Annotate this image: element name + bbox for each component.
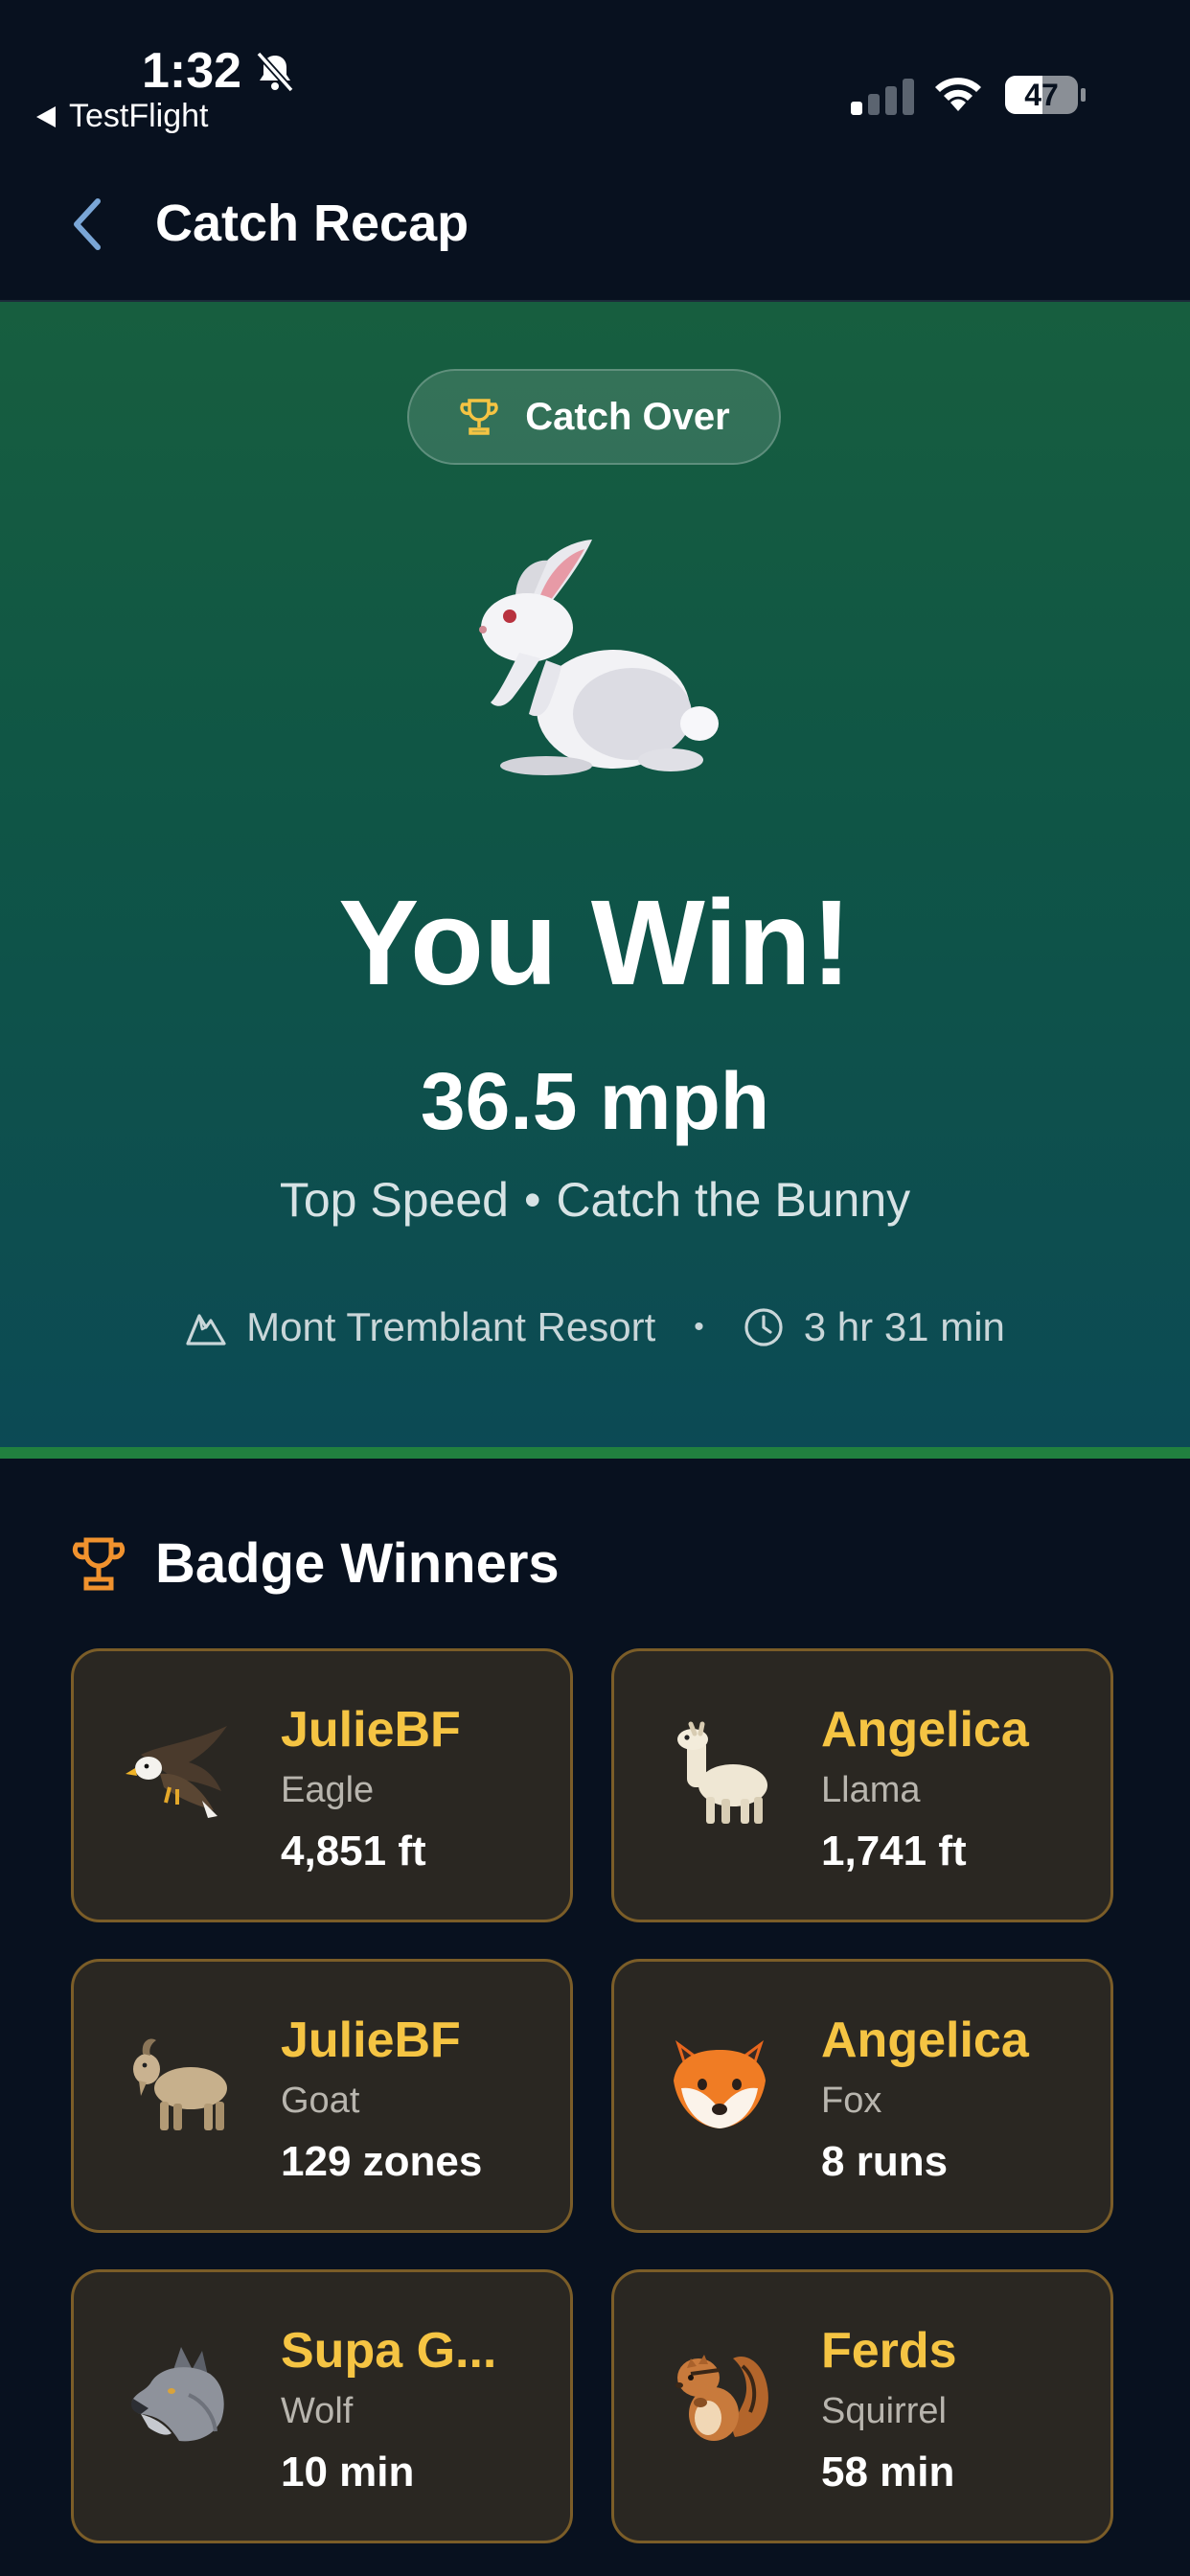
status-time: 1:32: [142, 43, 242, 99]
game-duration: 3 hr 31 min: [803, 1304, 1005, 1349]
cellular-signal-icon: [851, 79, 914, 115]
catch-over-label: Catch Over: [525, 395, 730, 438]
badge-value: 129 zones: [281, 2138, 483, 2185]
testflight-back-link[interactable]: TestFlight: [36, 98, 209, 135]
badge-winners-header: Badge Winners: [71, 1531, 560, 1596]
badge-animal: Eagle: [281, 1770, 375, 1810]
nav-bar: Catch Recap: [0, 144, 1190, 302]
badge-value: 10 min: [281, 2449, 415, 2496]
badge-card[interactable]: Angelica Fox 8 runs: [611, 1959, 1113, 2233]
back-triangle-icon: [36, 105, 56, 127]
section-title: Badge Winners: [155, 1532, 560, 1595]
badge-value: 1,741 ft: [821, 1828, 967, 1874]
rabbit-icon: [479, 540, 719, 775]
wolf-icon: [131, 2347, 224, 2442]
bell-slash-icon: [256, 51, 294, 93]
subtitle-separator: •: [523, 1173, 541, 1227]
badge-value: 8 runs: [821, 2138, 949, 2185]
winner-name: Angelica: [821, 1702, 1029, 1758]
trophy-icon: [460, 399, 499, 435]
squirrel-icon: [675, 2355, 768, 2441]
result-title: You Win!: [338, 875, 852, 1010]
hero-divider: [0, 1447, 1190, 1459]
badge-card[interactable]: Angelica Llama 1,741 ft: [611, 1648, 1113, 1922]
winner-name: Angelica: [821, 2012, 1029, 2068]
clock-icon: [744, 1308, 783, 1346]
battery-level: 47: [1024, 78, 1059, 112]
page-title: Catch Recap: [155, 195, 469, 252]
badge-animal: Squirrel: [821, 2391, 947, 2431]
badge-animal: Llama: [821, 1770, 921, 1810]
result-hero: Catch Over You Win! 36.5 mph Top Speed • C…: [0, 302, 1190, 1452]
winner-name: Supa G...: [281, 2323, 497, 2379]
winner-name: JulieBF: [281, 1702, 461, 1758]
badge-card[interactable]: Ferds Squirrel 58 min: [611, 2269, 1113, 2543]
badge-card[interactable]: JulieBF Eagle 4,851 ft: [71, 1648, 573, 1922]
badge-animal: Goat: [281, 2081, 360, 2121]
testflight-label: TestFlight: [69, 98, 209, 134]
badge-animal: Wolf: [281, 2391, 354, 2431]
wifi-icon: [935, 78, 981, 111]
metric-label: Top Speed: [279, 1173, 509, 1227]
top-speed-value: 36.5 mph: [420, 1056, 770, 1146]
badge-value: 58 min: [821, 2449, 955, 2496]
llama-icon: [677, 1721, 767, 1824]
badge-card[interactable]: JulieBF Goat 129 zones: [71, 1959, 573, 2233]
game-mode-label: Catch the Bunny: [556, 1173, 911, 1227]
result-meta: Mont Tremblant Resort • 3 hr 31 min: [0, 1304, 1190, 1350]
status-bar: 1:32 TestFlight 47: [0, 0, 1190, 144]
winner-name: Ferds: [821, 2323, 957, 2379]
badge-value: 4,851 ft: [281, 1828, 426, 1874]
chevron-left-icon[interactable]: [69, 196, 107, 253]
fox-icon: [674, 2040, 766, 2128]
winner-name: JulieBF: [281, 2012, 461, 2068]
result-subtitle: Top Speed • Catch the Bunny: [0, 1172, 1190, 1228]
eagle-icon: [126, 1726, 227, 1818]
trophy-icon: [72, 1537, 126, 1590]
goat-icon: [133, 2038, 227, 2130]
catch-over-badge: Catch Over: [407, 369, 781, 465]
battery-indicator: 47: [1004, 75, 1087, 115]
meta-separator: •: [694, 1311, 704, 1343]
mountain-icon: [186, 1314, 226, 1346]
resort-name: Mont Tremblant Resort: [246, 1304, 656, 1349]
badge-animal: Fox: [821, 2081, 882, 2121]
badge-card[interactable]: Supa G... Wolf 10 min: [71, 2269, 573, 2543]
